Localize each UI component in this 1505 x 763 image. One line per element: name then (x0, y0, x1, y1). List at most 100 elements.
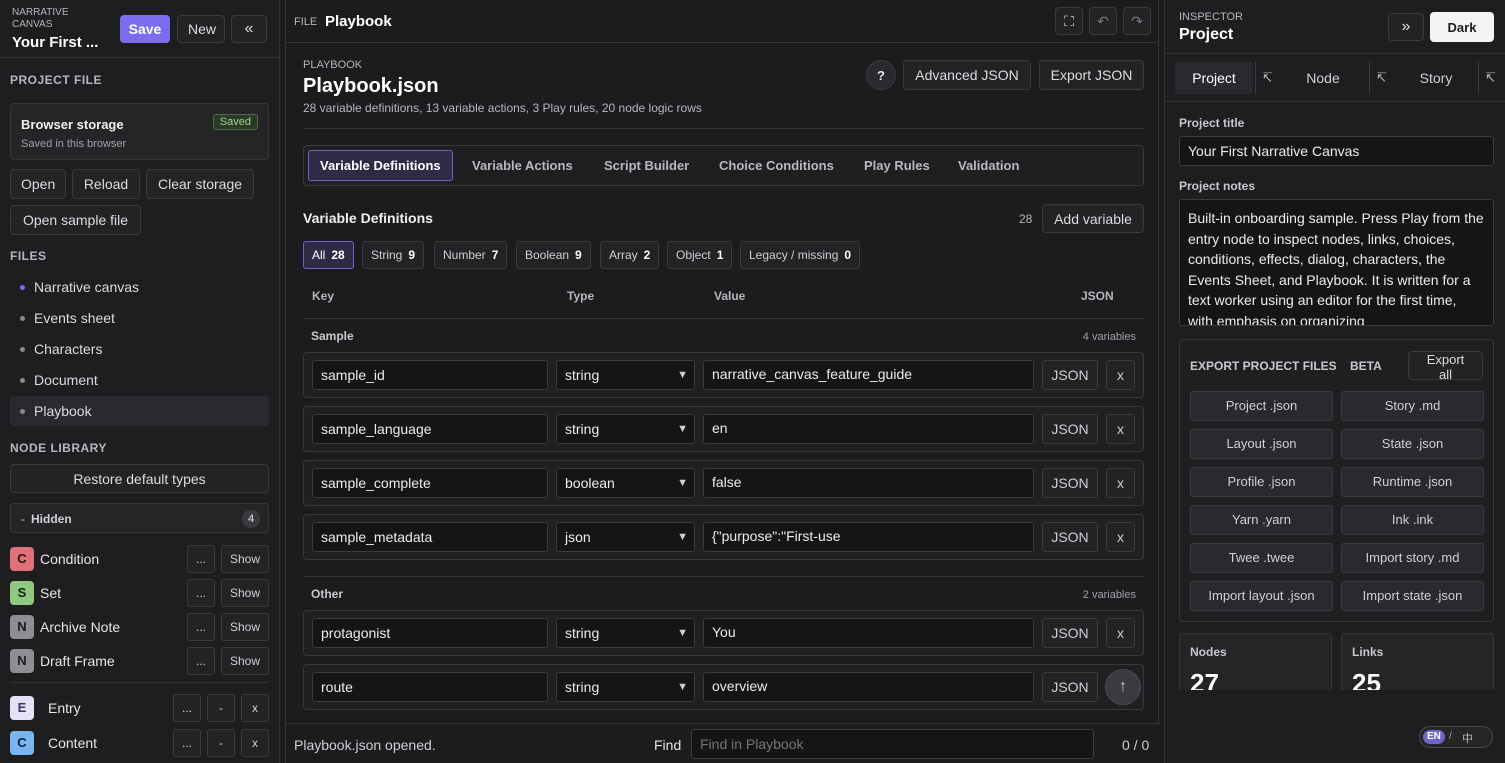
json-button[interactable]: JSON (1042, 522, 1098, 552)
filter-legacy-missing[interactable]: Legacy / missing 0 (740, 241, 861, 269)
delete-variable-button[interactable]: x (1106, 522, 1135, 552)
variable-type-select[interactable]: boolean ▼ (556, 468, 695, 498)
undo-icon[interactable]: ↶ (1089, 7, 1117, 35)
export-profile-json-button[interactable]: Profile .json (1190, 467, 1333, 497)
export-layout-json-button[interactable]: Layout .json (1190, 429, 1333, 459)
pin-icon[interactable]: ↸ (1255, 62, 1279, 94)
tab-story[interactable]: Story (1397, 62, 1475, 94)
file-events-sheet[interactable]: Events sheet (10, 303, 269, 333)
variable-value-input[interactable]: en (703, 414, 1034, 444)
lang-zh-option[interactable]: 中 (1462, 730, 1473, 746)
tab-node[interactable]: Node (1283, 62, 1363, 94)
variable-value-input[interactable]: false (703, 468, 1034, 498)
find-input[interactable] (691, 729, 1094, 759)
tab-project[interactable]: Project (1175, 62, 1253, 94)
show-button[interactable]: Show (221, 545, 269, 573)
tab-script-builder[interactable]: Script Builder (593, 150, 700, 181)
variable-value-input[interactable]: {"purpose":"First-use (703, 522, 1034, 552)
variable-key-input[interactable]: route (312, 672, 548, 702)
import-story-md-button[interactable]: Import story .md (1341, 543, 1484, 573)
reload-button[interactable]: Reload (72, 169, 140, 199)
variable-key-input[interactable]: sample_language (312, 414, 548, 444)
hidden-toggle[interactable]: - Hidden 4 (10, 503, 269, 533)
delete-variable-button[interactable]: x (1106, 468, 1135, 498)
show-button[interactable]: Show (221, 647, 269, 675)
more-button[interactable]: ... (187, 613, 215, 641)
export-project-json-button[interactable]: Project .json (1190, 391, 1333, 421)
more-button[interactable]: ... (187, 647, 215, 675)
variable-key-input[interactable]: sample_metadata (312, 522, 548, 552)
open-button[interactable]: Open (10, 169, 66, 199)
fullscreen-icon[interactable]: ⛶ (1055, 7, 1083, 35)
hide-button[interactable]: - (207, 694, 235, 722)
new-button[interactable]: New (177, 15, 225, 43)
project-notes-textarea[interactable]: Built-in onboarding sample. Press Play f… (1179, 199, 1494, 326)
json-button[interactable]: JSON (1042, 414, 1098, 444)
variable-value-input[interactable]: You (703, 618, 1034, 648)
file-characters[interactable]: Characters (10, 334, 269, 364)
add-variable-button[interactable]: Add variable (1042, 204, 1144, 233)
filter-array[interactable]: Array 2 (600, 241, 660, 269)
variable-key-input[interactable]: sample_complete (312, 468, 548, 498)
json-button[interactable]: JSON (1042, 672, 1098, 702)
export-json-button[interactable]: Export JSON (1039, 60, 1144, 90)
pin-icon[interactable]: ↸ (1369, 62, 1393, 94)
more-button[interactable]: ... (173, 729, 201, 757)
tab-validation[interactable]: Validation (947, 150, 1030, 181)
help-button[interactable]: ? (866, 60, 896, 90)
filter-all[interactable]: All 28 (303, 241, 354, 269)
import-state-json-button[interactable]: Import state .json (1341, 581, 1484, 611)
variable-type-select[interactable]: string ▼ (556, 414, 695, 444)
export-state-json-button[interactable]: State .json (1341, 429, 1484, 459)
export-runtime-json-button[interactable]: Runtime .json (1341, 467, 1484, 497)
filter-object[interactable]: Object 1 (667, 241, 733, 269)
file-document[interactable]: Document (10, 365, 269, 395)
variable-key-input[interactable]: protagonist (312, 618, 548, 648)
json-button[interactable]: JSON (1042, 468, 1098, 498)
more-button[interactable]: ... (173, 694, 201, 722)
delete-button[interactable]: x (241, 729, 269, 757)
variable-key-input[interactable]: sample_id (312, 360, 548, 390)
expand-panel-button[interactable]: » (1388, 13, 1424, 41)
scroll-to-top-icon[interactable]: ↑ (1105, 669, 1141, 705)
advanced-json-button[interactable]: Advanced JSON (903, 60, 1031, 90)
show-button[interactable]: Show (221, 613, 269, 641)
restore-default-types-button[interactable]: Restore default types (10, 464, 269, 493)
filter-boolean[interactable]: Boolean 9 (516, 241, 591, 269)
tab-variable-actions[interactable]: Variable Actions (461, 150, 584, 181)
export-story-md-button[interactable]: Story .md (1341, 391, 1484, 421)
redo-icon[interactable]: ↷ (1123, 7, 1151, 35)
variable-type-select[interactable]: json ▼ (556, 522, 695, 552)
more-button[interactable]: ... (187, 579, 215, 607)
export-yarn-button[interactable]: Yarn .yarn (1190, 505, 1333, 535)
delete-variable-button[interactable]: x (1106, 618, 1135, 648)
clear-storage-button[interactable]: Clear storage (146, 169, 254, 199)
show-button[interactable]: Show (221, 579, 269, 607)
open-sample-button[interactable]: Open sample file (10, 205, 141, 235)
delete-button[interactable]: x (241, 694, 269, 722)
lang-en-option[interactable]: EN (1423, 730, 1445, 744)
export-ink-button[interactable]: Ink .ink (1341, 505, 1484, 535)
json-button[interactable]: JSON (1042, 360, 1098, 390)
filter-number[interactable]: Number 7 (434, 241, 508, 269)
file-playbook[interactable]: Playbook (10, 396, 269, 426)
hide-button[interactable]: - (207, 729, 235, 757)
import-layout-json-button[interactable]: Import layout .json (1190, 581, 1333, 611)
save-button[interactable]: Save (120, 15, 170, 43)
file-narrative-canvas[interactable]: Narrative canvas (10, 272, 269, 302)
delete-variable-button[interactable]: x (1106, 414, 1135, 444)
export-twee-button[interactable]: Twee .twee (1190, 543, 1333, 573)
tab-variable-definitions[interactable]: Variable Definitions (308, 150, 453, 181)
variable-type-select[interactable]: string ▼ (556, 360, 695, 390)
variable-type-select[interactable]: string ▼ (556, 618, 695, 648)
variable-value-input[interactable]: overview (703, 672, 1034, 702)
variable-value-input[interactable]: narrative_canvas_feature_guide (703, 360, 1034, 390)
more-button[interactable]: ... (187, 545, 215, 573)
language-switcher[interactable]: EN / 中 (1419, 726, 1493, 748)
collapse-sidebar-button[interactable]: « (231, 15, 267, 43)
tab-play-rules[interactable]: Play Rules (853, 150, 941, 181)
project-title-input[interactable]: Your First Narrative Canvas (1179, 136, 1494, 166)
json-button[interactable]: JSON (1042, 618, 1098, 648)
variable-type-select[interactable]: string ▼ (556, 672, 695, 702)
theme-toggle-button[interactable]: Dark (1430, 12, 1494, 42)
